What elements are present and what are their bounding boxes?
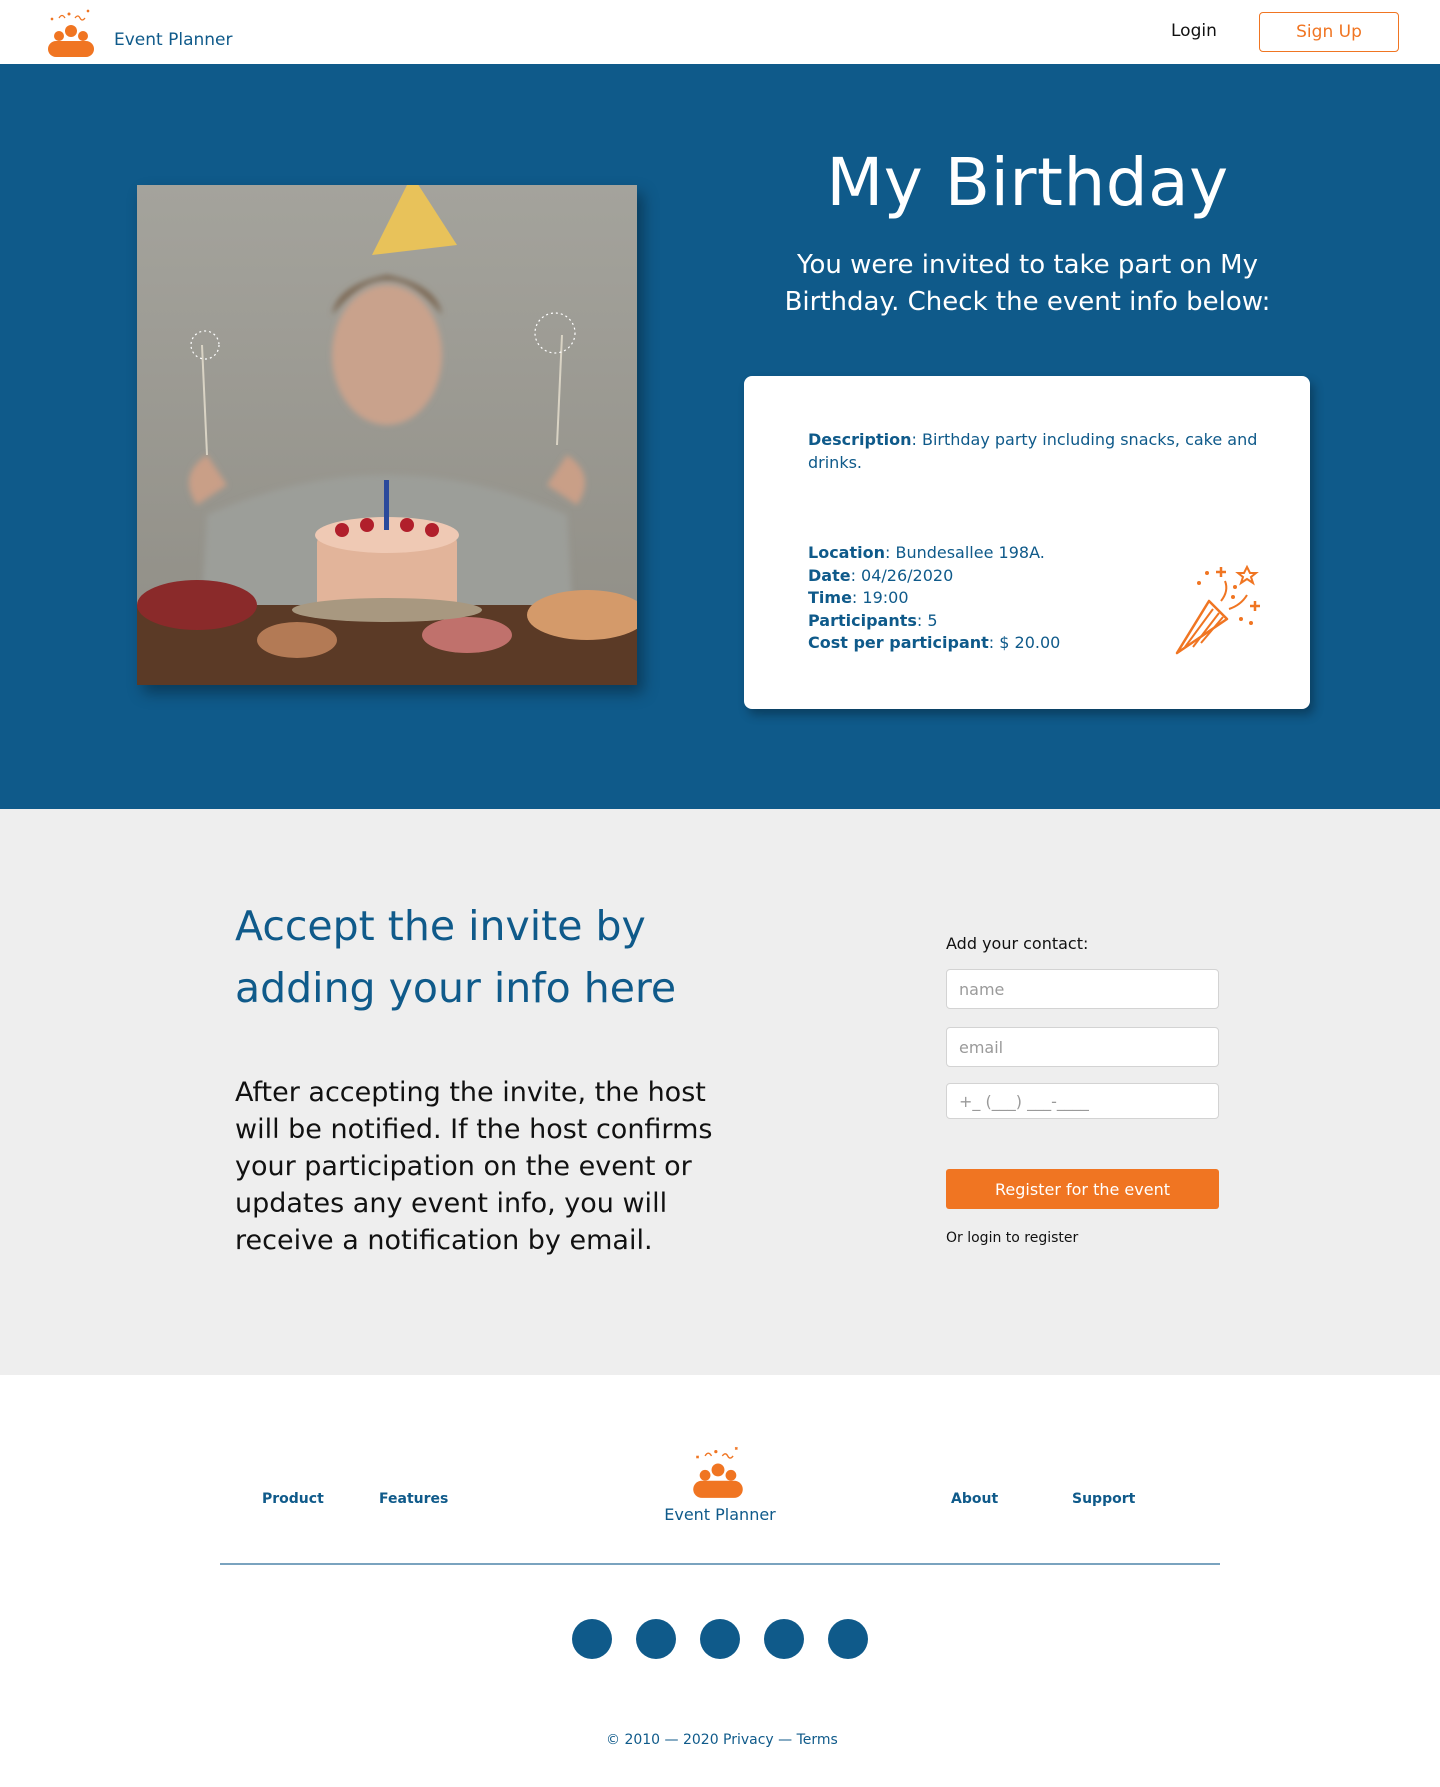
login-link[interactable]: Login bbox=[1171, 21, 1217, 41]
social-icon-4[interactable] bbox=[764, 1619, 804, 1659]
cost-row: Cost per participant: $ 20.00 bbox=[808, 632, 1060, 655]
footer-link-features[interactable]: Features bbox=[379, 1491, 448, 1507]
social-icon-2[interactable] bbox=[636, 1619, 676, 1659]
invite-body: After accepting the invite, the host wil… bbox=[235, 1077, 713, 1256]
event-description: Description: Birthday party including sn… bbox=[808, 428, 1258, 474]
phone-input[interactable] bbox=[946, 1083, 1219, 1119]
description-label: Description bbox=[808, 430, 912, 449]
event-details: Location: Bundesallee 198A. Date: 04/26/… bbox=[808, 542, 1060, 655]
footer: Product Features Event Planner About Sup… bbox=[0, 1375, 1440, 1787]
event-info-card: Description: Birthday party including sn… bbox=[744, 376, 1310, 709]
cost-value: : $ 20.00 bbox=[988, 633, 1061, 652]
footer-divider bbox=[220, 1563, 1220, 1565]
event-subtitle: You were invited to take part on My Birt… bbox=[784, 250, 1271, 317]
time-label: Time bbox=[808, 588, 852, 607]
footer-brand-name: Event Planner bbox=[664, 1505, 776, 1524]
invite-section: Accept the invite by adding your info he… bbox=[0, 809, 1440, 1375]
people-party-icon bbox=[48, 9, 94, 57]
cost-label: Cost per participant bbox=[808, 633, 989, 652]
invite-title: Accept the invite by adding your info he… bbox=[235, 902, 677, 1012]
event-title: My Birthday bbox=[826, 144, 1229, 221]
hero-section: My Birthday You were invited to take par… bbox=[0, 64, 1440, 809]
footer-link-product[interactable]: Product bbox=[262, 1491, 324, 1507]
footer-link-about[interactable]: About bbox=[951, 1491, 998, 1507]
brand-logo[interactable]: Event Planner bbox=[45, 6, 233, 58]
login-to-register-link[interactable]: Or login to register bbox=[946, 1230, 1078, 1246]
legal-links[interactable]: Privacy — Terms bbox=[723, 1732, 838, 1748]
top-nav: Event Planner Login Sign Up bbox=[0, 0, 1440, 64]
social-icon-3[interactable] bbox=[700, 1619, 740, 1659]
people-party-icon bbox=[693, 1446, 743, 1498]
location-value: : Bundesallee 198A. bbox=[884, 543, 1045, 562]
location-label: Location bbox=[808, 543, 885, 562]
time-value: : 19:00 bbox=[851, 588, 909, 607]
name-input[interactable] bbox=[946, 969, 1219, 1009]
participants-label: Participants bbox=[808, 610, 917, 630]
copyright: © 2010 — 2020 bbox=[606, 1732, 719, 1748]
location-row: Location: Bundesallee 198A. bbox=[808, 542, 1060, 565]
contact-label: Add your contact: bbox=[946, 934, 1089, 953]
participants-row: Participants: 5 bbox=[808, 610, 1060, 633]
signup-button[interactable]: Sign Up bbox=[1259, 12, 1399, 52]
register-button[interactable]: Register for the event bbox=[946, 1169, 1219, 1209]
social-icon-5[interactable] bbox=[828, 1619, 868, 1659]
social-icon-1[interactable] bbox=[572, 1619, 612, 1659]
footer-link-support[interactable]: Support bbox=[1072, 1491, 1135, 1507]
social-links bbox=[572, 1619, 868, 1659]
participants-value: : 5 bbox=[916, 610, 938, 630]
date-value: : 04/26/2020 bbox=[850, 565, 954, 585]
party-popper-icon bbox=[1175, 564, 1260, 655]
birthday-photo bbox=[137, 185, 637, 685]
date-label: Date bbox=[808, 565, 851, 585]
email-input[interactable] bbox=[946, 1027, 1219, 1067]
brand-name: Event Planner bbox=[114, 30, 233, 50]
time-row: Time: 19:00 bbox=[808, 587, 1060, 610]
date-row: Date: 04/26/2020 bbox=[808, 565, 1060, 588]
